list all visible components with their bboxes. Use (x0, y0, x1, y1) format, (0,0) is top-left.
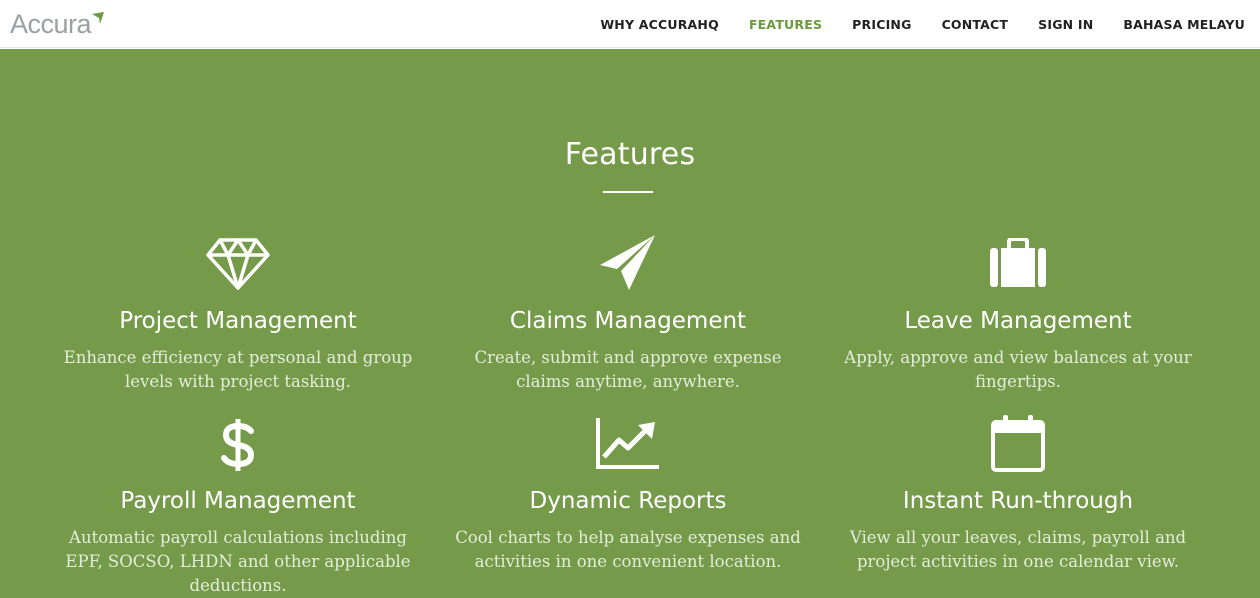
feature-title: Claims Management (509, 308, 747, 334)
feature-title: Dynamic Reports (529, 488, 727, 514)
nav-item-sign-in[interactable]: SIGN IN (1038, 17, 1093, 32)
calendar-icon (990, 413, 1046, 473)
nav-item-why-accurahq[interactable]: WHY ACCURAHQ (600, 17, 719, 32)
feature-title: Payroll Management (120, 488, 356, 514)
features-section: Features Project Management Enhance effi… (0, 49, 1260, 598)
feature-description: Automatic payroll calculations including… (65, 528, 411, 595)
nav-item-contact[interactable]: CONTACT (942, 17, 1009, 32)
line-chart-icon (595, 415, 661, 471)
feature-title: Instant Run-through (902, 488, 1134, 514)
suitcase-icon (989, 238, 1047, 288)
nav-item-pricing[interactable]: PRICING (852, 17, 911, 32)
accura-logo[interactable]: Accura (10, 8, 105, 40)
feature-description: Enhance efficiency at personal and group… (63, 348, 413, 391)
top-navbar: Accura WHY ACCURAHQ FEATURES PRICING CON… (0, 0, 1260, 48)
logo-text: Accura (10, 9, 92, 39)
nav-item-features[interactable]: FEATURES (749, 17, 822, 32)
nav-menu: WHY ACCURAHQ FEATURES PRICING CONTACT SI… (570, 0, 1245, 48)
nav-item-bahasa-melayu[interactable]: BAHASA MELAYU (1123, 17, 1245, 32)
dollar-icon (218, 417, 258, 473)
paper-plane-icon (598, 234, 658, 292)
feature-description: Apply, approve and view balances at your… (844, 348, 1192, 391)
feature-description: Create, submit and approve expense claim… (474, 348, 782, 391)
section-title: Features (564, 137, 696, 172)
title-divider (603, 191, 653, 193)
feature-description: View all your leaves, claims, payroll an… (849, 528, 1187, 571)
logo-check-icon (92, 12, 105, 24)
feature-title: Project Management (119, 308, 357, 334)
feature-description: Cool charts to help analyse expenses and… (455, 528, 801, 571)
diamond-icon (205, 236, 271, 292)
feature-title: Leave Management (904, 308, 1132, 334)
